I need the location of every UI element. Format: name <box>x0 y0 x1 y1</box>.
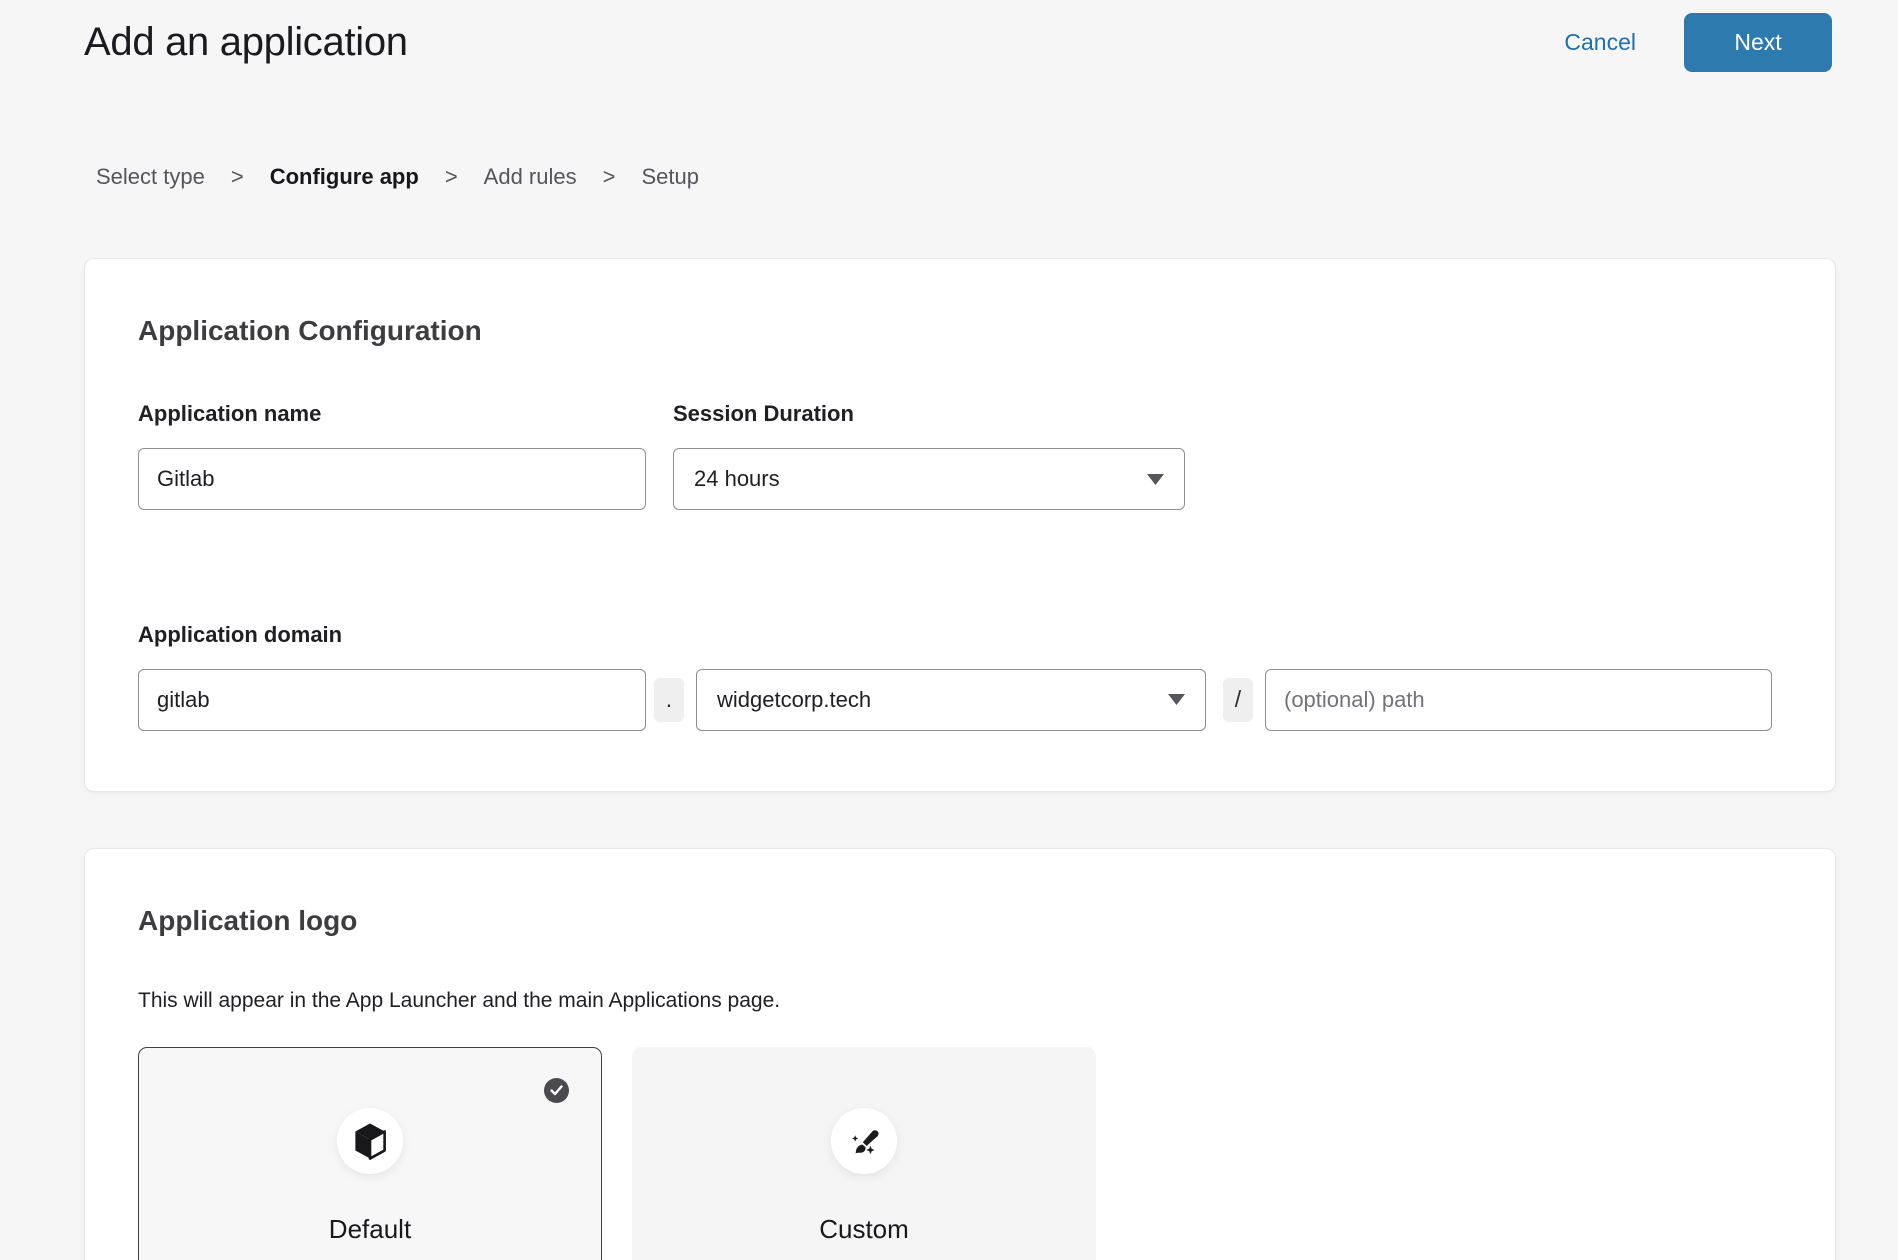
application-configuration-heading: Application Configuration <box>138 315 1775 347</box>
header-actions: Cancel Next <box>1564 13 1832 72</box>
path-input[interactable] <box>1265 669 1772 731</box>
application-logo-heading: Application logo <box>138 905 1775 937</box>
logo-option-tiles: Default Custom <box>138 1047 1775 1260</box>
session-duration-select[interactable]: 24 hours <box>673 448 1185 510</box>
next-button[interactable]: Next <box>1684 13 1832 72</box>
application-name-field-group: Application name <box>138 401 646 510</box>
paintbrush-icon <box>846 1123 882 1159</box>
page-title: Add an application <box>84 20 408 65</box>
cancel-button[interactable]: Cancel <box>1564 29 1636 56</box>
logo-option-default[interactable]: Default <box>138 1047 602 1260</box>
check-icon <box>544 1078 569 1103</box>
breadcrumb-step-configure-app[interactable]: Configure app <box>270 164 419 190</box>
breadcrumb: Select type > Configure app > Add rules … <box>96 164 1898 190</box>
cube-icon <box>352 1122 388 1160</box>
name-session-row: Application name Session Duration 24 hou… <box>138 401 1775 510</box>
breadcrumb-separator: > <box>603 164 616 190</box>
subdomain-input[interactable] <box>138 669 646 731</box>
breadcrumb-separator: > <box>445 164 458 190</box>
breadcrumb-step-select-type[interactable]: Select type <box>96 164 205 190</box>
application-name-input[interactable] <box>138 448 646 510</box>
dot-separator: . <box>654 678 684 722</box>
application-name-label: Application name <box>138 401 646 427</box>
application-domain-row: . widgetcorp.tech / <box>138 669 1775 731</box>
chevron-down-icon <box>1147 474 1164 485</box>
breadcrumb-step-add-rules[interactable]: Add rules <box>484 164 577 190</box>
slash-separator: / <box>1223 678 1253 722</box>
chevron-down-icon <box>1168 694 1185 705</box>
session-duration-field-group: Session Duration 24 hours <box>673 401 1185 510</box>
breadcrumb-separator: > <box>231 164 244 190</box>
page-header: Add an application Cancel Next <box>0 0 1898 72</box>
application-configuration-card: Application Configuration Application na… <box>84 258 1836 792</box>
default-logo-circle <box>337 1108 403 1174</box>
session-duration-value: 24 hours <box>694 466 780 492</box>
custom-logo-circle <box>831 1108 897 1174</box>
breadcrumb-step-setup[interactable]: Setup <box>641 164 699 190</box>
application-logo-card: Application logo This will appear in the… <box>84 848 1836 1260</box>
logo-option-custom[interactable]: Custom <box>632 1047 1096 1260</box>
logo-option-custom-label: Custom <box>819 1214 909 1245</box>
domain-select[interactable]: widgetcorp.tech <box>696 669 1206 731</box>
logo-option-default-label: Default <box>329 1214 411 1245</box>
application-logo-description: This will appear in the App Launcher and… <box>138 989 1775 1013</box>
application-domain-label: Application domain <box>138 622 1775 648</box>
session-duration-label: Session Duration <box>673 401 1185 427</box>
domain-select-value: widgetcorp.tech <box>717 687 871 713</box>
